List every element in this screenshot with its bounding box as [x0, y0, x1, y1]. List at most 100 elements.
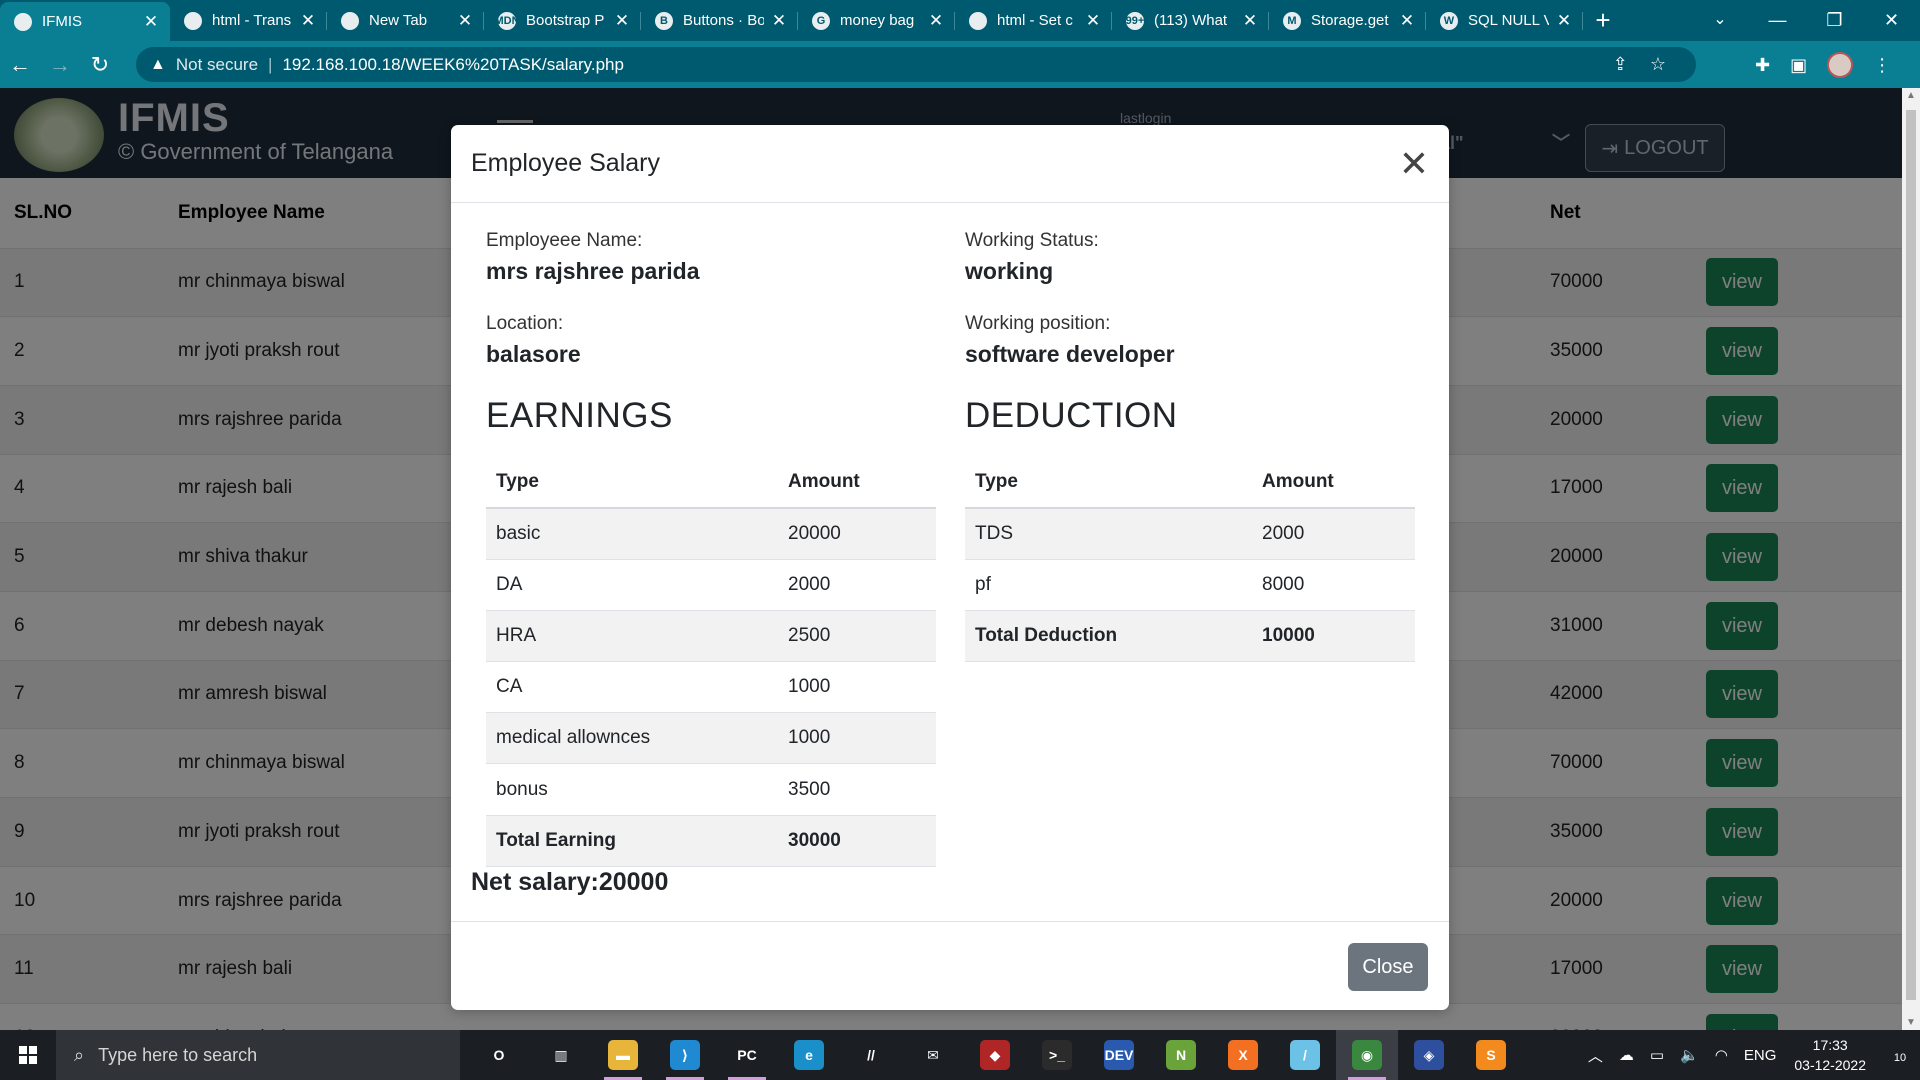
edge-icon: e	[794, 1040, 824, 1070]
network-drive-icon[interactable]: ☁	[1619, 1046, 1634, 1064]
browser-tab[interactable]: B Buttons · Bo ✕	[641, 0, 798, 41]
taskbar-app[interactable]: /	[1274, 1030, 1336, 1080]
omnibox[interactable]: ▲ Not secure | 192.168.100.18/WEEK6%20TA…	[136, 47, 1696, 82]
extensions-icon[interactable]: ✚	[1755, 55, 1770, 76]
taskbar-app[interactable]: X	[1212, 1030, 1274, 1080]
start-button[interactable]	[0, 1030, 56, 1080]
browser-tab[interactable]: MDN Bootstrap P ✕	[484, 0, 641, 41]
tray-overflow-icon[interactable]: ︿	[1588, 1045, 1603, 1066]
notification-count: 10	[1893, 1051, 1907, 1064]
deduction-row: pf 8000	[965, 558, 1415, 611]
total-earning-row: Total Earning 30000	[486, 814, 936, 867]
tab-close-icon[interactable]: ✕	[1555, 11, 1573, 31]
address-bar-row: ← → ↻ ▲ Not secure | 192.168.100.18/WEEK…	[0, 41, 1920, 88]
tab-close-icon[interactable]: ✕	[299, 11, 317, 31]
forward-icon[interactable]: →	[40, 52, 80, 78]
taskbar-app[interactable]: ▥	[530, 1030, 592, 1080]
stackoverflow-icon	[969, 11, 987, 30]
taskbar-app[interactable]: S	[1460, 1030, 1522, 1080]
deduction-amount: 2000	[1252, 507, 1415, 560]
close-button[interactable]: Close	[1348, 943, 1428, 991]
volume-icon[interactable]: 🔈	[1680, 1046, 1699, 1064]
net-salary: Net salary:20000	[471, 868, 669, 896]
browser-tab[interactable]: IFMIS ✕	[0, 2, 170, 41]
tab-close-icon[interactable]: ✕	[456, 11, 474, 31]
total-deduction-row: Total Deduction 10000	[965, 609, 1415, 663]
scroll-up-icon[interactable]: ▲	[1906, 90, 1916, 101]
browser-tab[interactable]: Gmoney bag ✕	[798, 0, 955, 41]
earning-amount: 2000	[778, 558, 936, 611]
clock[interactable]: 17:33 03-12-2022	[1794, 1035, 1866, 1075]
taskbar-app[interactable]: O	[468, 1030, 530, 1080]
taskbar-app[interactable]: e	[778, 1030, 840, 1080]
chrome-icon	[341, 11, 359, 30]
taskbar-app[interactable]: ✉	[902, 1030, 964, 1080]
tab-close-icon[interactable]: ✕	[770, 11, 788, 31]
tab-close-icon[interactable]: ✕	[927, 11, 945, 31]
earning-amount: 2500	[778, 609, 936, 662]
browser-tab[interactable]: html - Trans ✕	[170, 0, 327, 41]
taskbar-app[interactable]: >_	[1026, 1030, 1088, 1080]
new-tab-icon[interactable]: +	[1583, 0, 1623, 41]
browser-tab[interactable]: html - Set c ✕	[955, 0, 1112, 41]
tab-close-icon[interactable]: ✕	[1084, 11, 1102, 31]
tab-close-icon[interactable]: ✕	[613, 11, 631, 31]
share-icon[interactable]: ⇪	[1613, 54, 1628, 75]
page-scrollbar[interactable]: ▲ ▼	[1902, 88, 1920, 1030]
deduction-amount: 8000	[1252, 558, 1415, 611]
taskbar-app[interactable]: ⟩	[654, 1030, 716, 1080]
bootstrap-icon: B	[655, 11, 673, 30]
tab-search-chevron-icon[interactable]: ⌄	[1705, 0, 1735, 40]
taskbar-app[interactable]: DEV	[1088, 1030, 1150, 1080]
language-indicator[interactable]: ENG	[1744, 1047, 1777, 1064]
taskbar-app[interactable]: //	[840, 1030, 902, 1080]
taskbar-app[interactable]: ◉	[1336, 1030, 1398, 1080]
deduction-row: TDS 2000	[965, 507, 1415, 560]
tab-close-icon[interactable]: ✕	[142, 12, 160, 32]
close-icon[interactable]: ✕	[1399, 143, 1429, 185]
taskbar-app[interactable]: ▬	[592, 1030, 654, 1080]
close-window-icon[interactable]: ✕	[1863, 0, 1920, 41]
earning-type: DA	[486, 558, 778, 611]
taskbar-search-box[interactable]: ⌕ Type here to search	[56, 1030, 460, 1080]
browser-menu-icon[interactable]: ⋮	[1873, 55, 1891, 76]
reload-icon[interactable]: ↻	[80, 52, 120, 78]
taskbar-app[interactable]: PC	[716, 1030, 778, 1080]
browser-tab[interactable]: W SQL NULL V ✕	[1426, 0, 1583, 41]
tab-close-icon[interactable]: ✕	[1241, 11, 1259, 31]
tab-title: money bag	[840, 12, 915, 29]
deduction-table: Type Amount TDS 2000 pf 8000 Total Deduction…	[965, 456, 1415, 663]
restore-icon[interactable]: ❐	[1806, 0, 1863, 41]
url-text[interactable]: 192.168.100.18/WEEK6%20TASK/salary.php	[282, 55, 623, 75]
bookmark-star-icon[interactable]: ☆	[1650, 54, 1666, 75]
windows-logo-icon	[19, 1046, 37, 1064]
browser-tab[interactable]: M Storage.get ✕	[1269, 0, 1426, 41]
minimize-icon[interactable]: —	[1749, 0, 1806, 41]
modal-footer: Close	[451, 921, 1449, 1010]
side-panel-icon[interactable]: ▣	[1790, 55, 1807, 76]
earning-amount: 3500	[778, 763, 936, 816]
chrome-icon: ◉	[1352, 1040, 1382, 1070]
tab-close-icon[interactable]: ✕	[1398, 11, 1416, 31]
earning-amount: 1000	[778, 712, 936, 764]
notification-center-icon[interactable]: 10	[1880, 1045, 1920, 1066]
back-icon[interactable]: ←	[0, 52, 40, 78]
taskbar-app[interactable]: N	[1150, 1030, 1212, 1080]
working-status-value: working	[965, 258, 1054, 284]
battery-icon[interactable]: ▭	[1650, 1046, 1664, 1064]
earning-row: medical allownces 1000	[486, 712, 936, 764]
wifi-icon[interactable]: ◠	[1715, 1046, 1728, 1064]
modal-header: Employee Salary ✕	[451, 125, 1449, 203]
browser-tab[interactable]: New Tab ✕	[327, 0, 484, 41]
medium-icon: M	[1283, 11, 1301, 30]
employee-salary-modal: Employee Salary ✕ Employeee Name: mrs ra…	[451, 125, 1449, 1010]
scrollbar-thumb[interactable]	[1906, 110, 1916, 1000]
taskbar-app[interactable]: ◆	[964, 1030, 1026, 1080]
omnibox-divider: |	[268, 54, 273, 74]
profile-avatar[interactable]	[1827, 52, 1854, 78]
browser-tab[interactable]: 99+ (113) What ✕	[1112, 0, 1269, 41]
clock-date: 03-12-2022	[1794, 1057, 1866, 1073]
deduction-type: pf	[965, 558, 1252, 611]
taskbar-app[interactable]: ◈	[1398, 1030, 1460, 1080]
scroll-down-icon[interactable]: ▼	[1906, 1017, 1916, 1028]
